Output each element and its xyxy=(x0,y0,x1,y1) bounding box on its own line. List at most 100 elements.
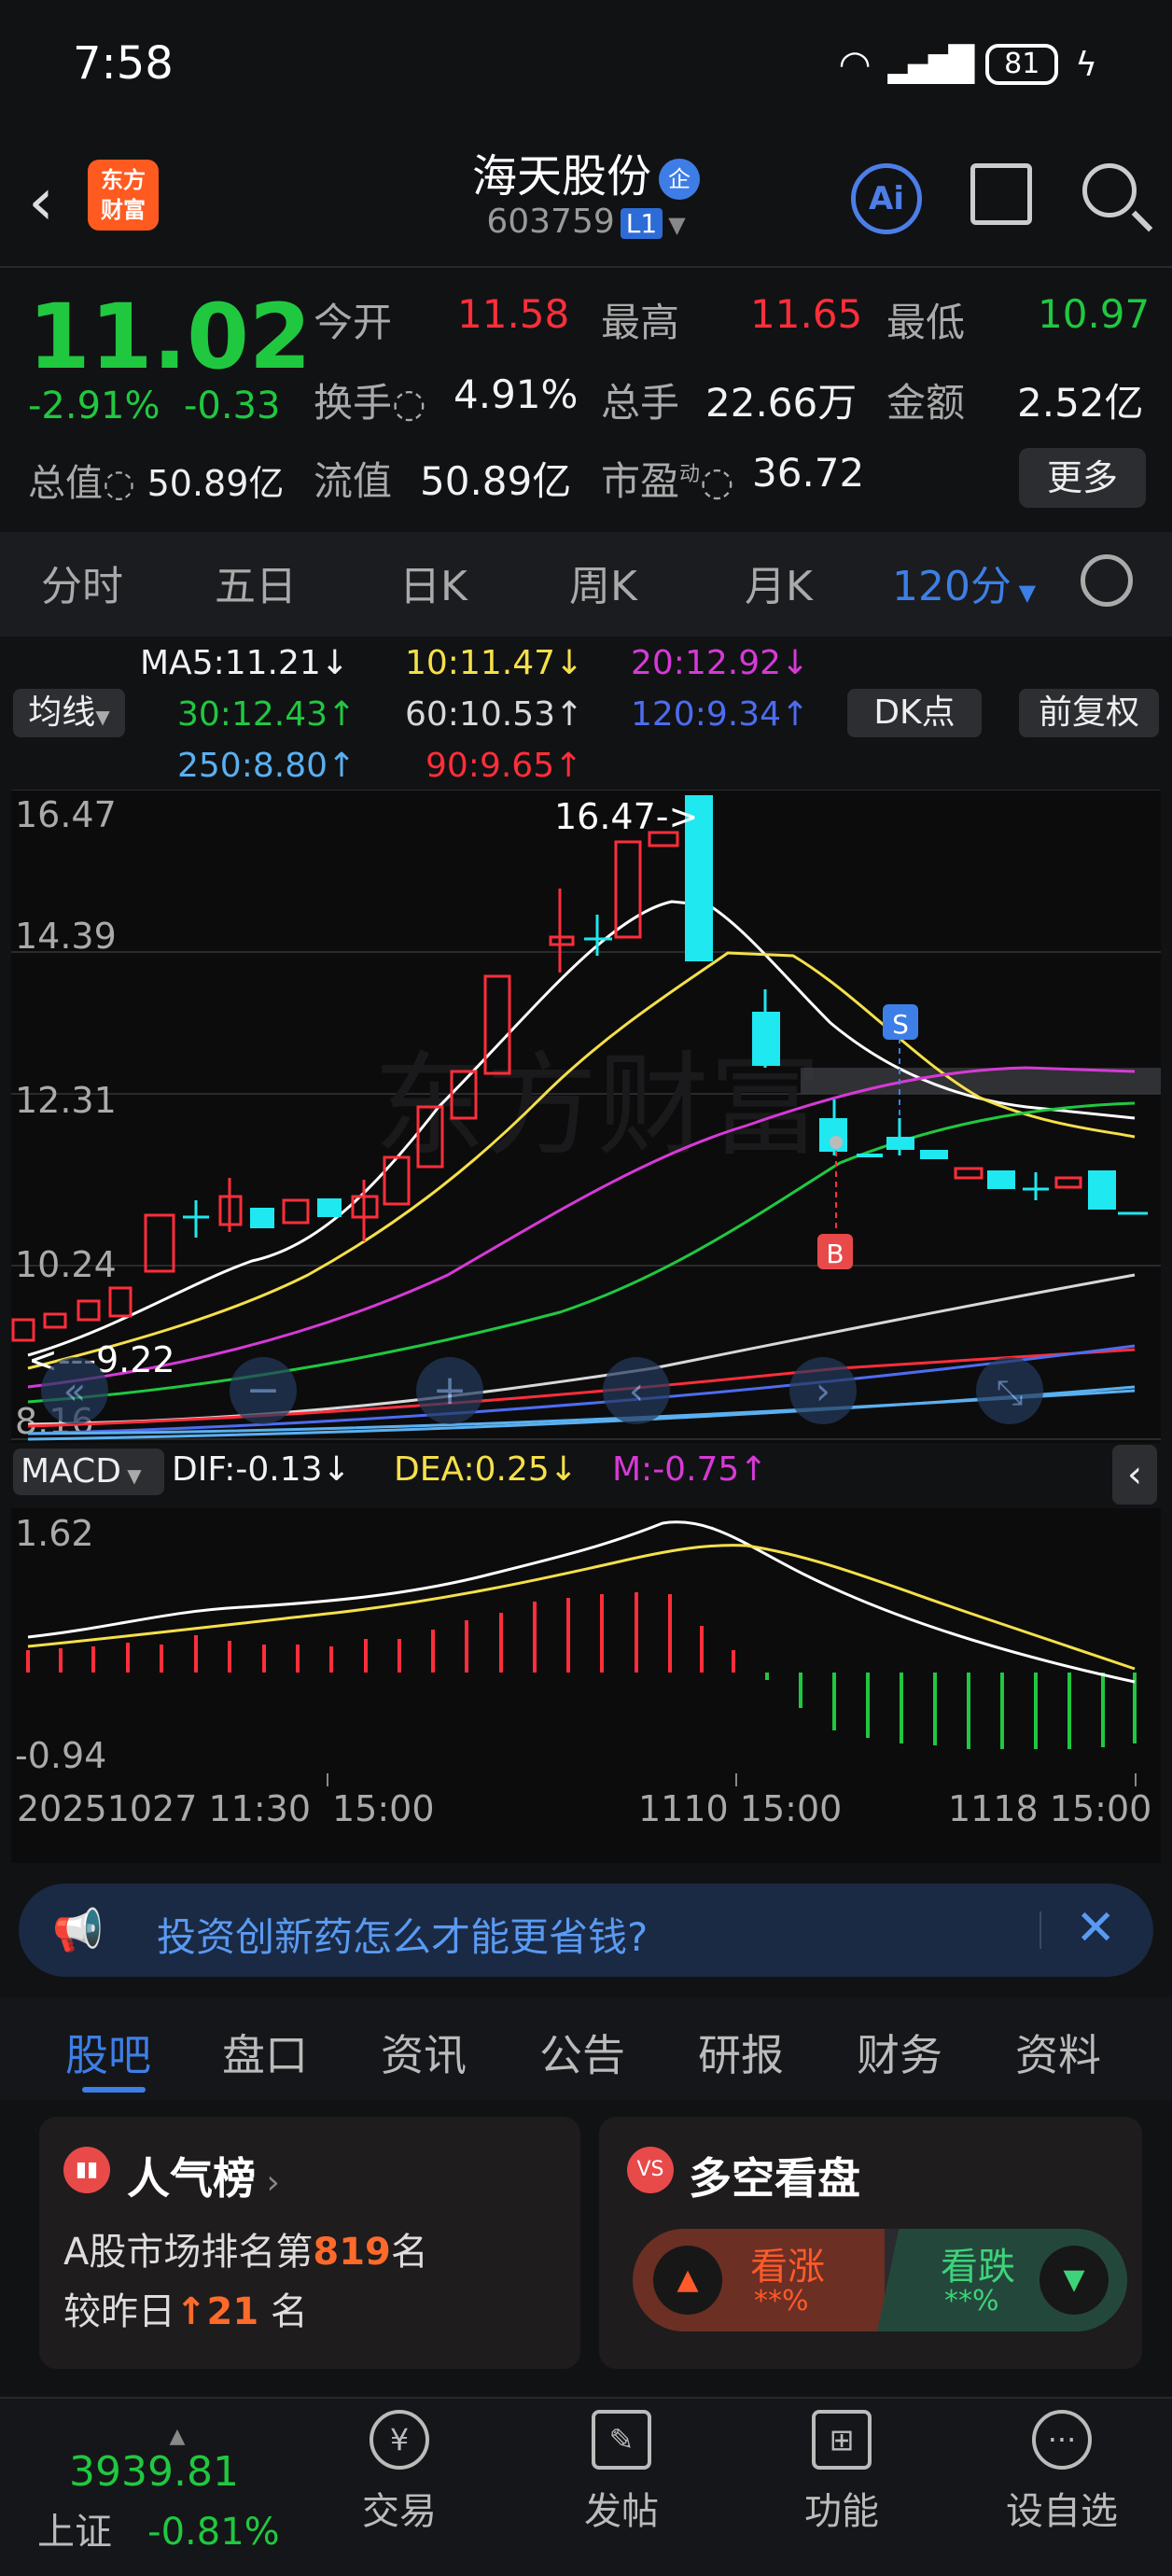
macd-selector[interactable]: MACD ▼ xyxy=(13,1449,164,1495)
indicator-selector[interactable]: 均线▼ xyxy=(13,689,125,737)
ma5-legend: MA5:11.21↓ xyxy=(140,644,349,682)
index-name: 上证 xyxy=(37,2511,112,2554)
sentiment-title: 多空看盘 xyxy=(689,2153,860,2204)
close-icon[interactable]: ✕ xyxy=(1075,1900,1116,1956)
more-button[interactable]: 更多 xyxy=(1019,448,1146,508)
tab-news[interactable]: 资讯 xyxy=(381,2022,467,2083)
open-value: 11.58 xyxy=(457,291,570,337)
ma30-legend: 30:12.43↑ xyxy=(177,695,356,734)
popularity-card[interactable]: ▮▮ 人气榜 › A股市场排名第819名 较昨日↑21 名 xyxy=(39,2117,580,2369)
share-icon[interactable] xyxy=(970,163,1032,225)
ai-assistant-icon[interactable]: Ai xyxy=(851,163,922,234)
float-value-label: 流值 xyxy=(314,458,393,504)
pe-value: 36.72 xyxy=(752,450,865,496)
tab-daily-k[interactable]: 日K xyxy=(399,553,467,612)
tab-weekly-k[interactable]: 周K xyxy=(569,553,637,612)
search-icon[interactable] xyxy=(1082,163,1137,217)
index-value: 3939.81 xyxy=(69,2448,239,2496)
collapse-panel-icon[interactable]: ‹ xyxy=(1112,1445,1157,1505)
popularity-title: 人气榜 xyxy=(127,2153,256,2204)
svg-text:«: « xyxy=(63,1370,86,1413)
enterprise-badge: 企 xyxy=(659,159,700,200)
yuan-icon: ¥ xyxy=(370,2410,429,2470)
nav-trade[interactable]: ¥ 交易 xyxy=(325,2410,474,2535)
kline-chart[interactable]: 东方财富 16.47 14.39 12.31 10.24 8.16 16.47-… xyxy=(0,790,1172,1443)
time-label-3: 1110 15:00 xyxy=(638,1788,843,1829)
grid-icon: ⊞ xyxy=(812,2410,872,2470)
down-label[interactable]: 看跌 xyxy=(941,2236,1015,2290)
y-label-2: 14.39 xyxy=(15,916,117,957)
macd-y-top: 1.62 xyxy=(15,1513,94,1554)
time-axis: 20251027 11:30 15:00 1110 15:00 1118 15:… xyxy=(11,1773,1161,1863)
y-label-4: 10.24 xyxy=(15,1244,117,1285)
banner-text[interactable]: 投资创新药怎么才能更省钱? xyxy=(157,1906,648,1963)
nav-add-watchlist[interactable]: ··· 设自选 xyxy=(987,2410,1137,2535)
signal-icon: ▂▄▆█ xyxy=(887,45,975,84)
nav-functions[interactable]: ⊞ 功能 xyxy=(767,2410,916,2535)
charging-icon: ϟ xyxy=(1075,45,1097,84)
vote-bar: ▲ 看涨 **% 看跌 **% ▼ xyxy=(633,2229,1127,2331)
svg-text:⤡: ⤡ xyxy=(997,1374,1024,1412)
high-annotation: 16.47-> xyxy=(554,796,698,837)
amount-label: 金额 xyxy=(886,380,966,426)
vote-down-button[interactable]: ▼ xyxy=(1039,2246,1109,2315)
tab-announcements[interactable]: 公告 xyxy=(539,2022,625,2083)
y-label-top: 16.47 xyxy=(15,794,117,835)
low-value: 10.97 xyxy=(1038,291,1151,337)
dk-point-button[interactable]: DK点 xyxy=(847,689,982,737)
index-change: -0.81% xyxy=(147,2511,280,2554)
tab-120min[interactable]: 120分 ▼ xyxy=(892,553,1036,612)
promo-banner[interactable]: 📢 投资创新药怎么才能更省钱? ✕ xyxy=(19,1883,1153,1977)
ma120-legend: 120:9.34↑ xyxy=(631,695,810,734)
top-nav: ‹ 东方 财富 海天股份企 603759 L1 ▼ Ai xyxy=(0,135,1172,266)
period-tabs: 分时 五日 日K 周K 月K 120分 ▼ xyxy=(0,532,1172,637)
float-value: 50.89亿 xyxy=(420,458,572,504)
high-label: 最高 xyxy=(601,300,680,345)
bottom-nav: ▲ 3939.81 上证 -0.81% ¥ 交易 ✎ 发帖 ⊞ 功能 ··· 设自选 xyxy=(0,2397,1172,2576)
y-label-3: 12.31 xyxy=(15,1080,117,1121)
content-tabs: 股吧 盘口 资讯 公告 研报 财务 资料 xyxy=(0,1997,1172,2100)
dif-value: DIF:-0.13↓ xyxy=(172,1450,351,1489)
tab-intraday[interactable]: 分时 xyxy=(41,553,123,612)
dea-value: DEA:0.25↓ xyxy=(394,1450,578,1489)
time-label-end: 1118 15:00 xyxy=(948,1788,1152,1829)
up-label[interactable]: 看涨 xyxy=(750,2236,825,2290)
price-change: -2.91% -0.33 xyxy=(28,385,281,427)
chevron-down-icon: ▼ xyxy=(1011,580,1037,606)
nav-post[interactable]: ✎ 发帖 xyxy=(547,2410,696,2535)
tab-profile[interactable]: 资料 xyxy=(1015,2022,1101,2083)
tab-guba[interactable]: 股吧 xyxy=(65,2022,151,2083)
svg-text:−: − xyxy=(246,1366,281,1414)
ma10-legend: 10:11.47↓ xyxy=(405,644,584,682)
vote-up-button[interactable]: ▲ xyxy=(653,2246,722,2315)
edit-icon: ✎ xyxy=(592,2410,651,2470)
current-price: 11.02 xyxy=(28,285,312,389)
tab-finance[interactable]: 财务 xyxy=(857,2022,942,2083)
time-label-start: 20251027 11:30 xyxy=(17,1788,312,1829)
ma90-legend: 90:9.65↑ xyxy=(426,747,583,785)
volume-value: 22.66万 xyxy=(705,380,858,426)
chevron-down-icon: ▼ xyxy=(95,706,110,728)
ma60-legend: 60:10.53↑ xyxy=(405,695,584,734)
adjust-mode-button[interactable]: 前复权 xyxy=(1019,689,1159,737)
more-dots-icon: ··· xyxy=(1032,2410,1092,2470)
time-label-2: 15:00 xyxy=(332,1788,435,1829)
megaphone-icon: 📢 xyxy=(52,1907,104,1954)
amount-value: 2.52亿 xyxy=(1017,380,1144,426)
buy-marker-label: B xyxy=(826,1239,844,1269)
index-ticker[interactable]: ▲ 3939.81 上证 -0.81% xyxy=(37,2425,317,2555)
gear-icon[interactable] xyxy=(1081,554,1133,607)
macd-chart[interactable]: 1.62 -0.94 xyxy=(0,1508,1172,1773)
chevron-right-icon: › xyxy=(256,2163,280,2202)
wifi-icon: ◠ xyxy=(838,43,872,86)
pe-label: 市盈动◌ xyxy=(601,458,734,504)
tab-monthly-k[interactable]: 月K xyxy=(745,553,813,612)
macd-y-bottom: -0.94 xyxy=(15,1735,106,1773)
chevron-down-icon: ▼ xyxy=(668,212,686,238)
tab-five-day[interactable]: 五日 xyxy=(215,553,297,612)
tab-research[interactable]: 研报 xyxy=(698,2022,784,2083)
svg-text:‹: ‹ xyxy=(629,1370,644,1413)
tab-pankou[interactable]: 盘口 xyxy=(222,2022,308,2083)
volume-label: 总手 xyxy=(601,380,680,426)
up-pct: **% xyxy=(754,2285,809,2317)
